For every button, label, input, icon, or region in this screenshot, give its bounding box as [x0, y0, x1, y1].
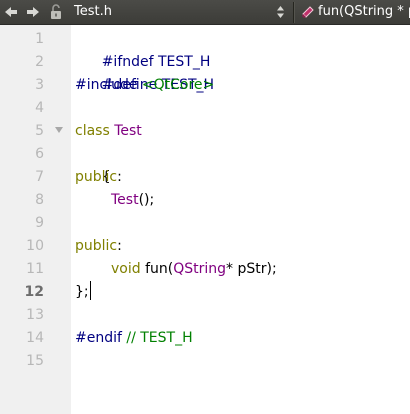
current-symbol-name[interactable]: fun(QString * pStr) [318, 4, 410, 20]
line-number: 3 [35, 77, 44, 93]
code-line-5: class Test [75, 120, 142, 143]
code-editor[interactable]: 1 2 3 4 5 6 7 8 9 10 11 12 13 14 15 #ifn… [0, 25, 410, 414]
function-name: fun( [145, 261, 174, 277]
line-number: 11 [26, 261, 44, 277]
editor-toolbar: Test.h fun(QString * pStr) [0, 0, 410, 25]
code-line-1: #ifndef TEST_H [75, 28, 211, 70]
line-number-gutter: 1 2 3 4 5 6 7 8 9 10 11 12 13 14 15 [0, 25, 71, 414]
keyword: public [75, 169, 118, 185]
chevron-up-down-icon[interactable] [276, 5, 285, 19]
arrow-left-icon[interactable] [4, 5, 18, 19]
keyword: public [75, 238, 118, 254]
brace: }; [75, 284, 89, 300]
method-icon [302, 6, 314, 18]
line-number: 4 [35, 100, 44, 116]
current-line-number: 12 [24, 284, 44, 300]
fold-triangle-icon[interactable] [55, 126, 63, 134]
keyword: class [75, 123, 110, 139]
editor-window: Test.h fun(QString * pStr) 1 2 3 4 5 6 7… [0, 0, 410, 414]
code-line-11: void fun(QString* pStr); [75, 258, 277, 281]
parameter-type: QString [173, 261, 227, 277]
toolbar-separator [293, 2, 294, 23]
code-line-12: }; [75, 281, 91, 304]
punctuation: : [117, 169, 122, 185]
line-number: 2 [35, 54, 44, 70]
line-number: 1 [35, 31, 44, 47]
class-name: Test [114, 123, 142, 139]
code-line-6: { [75, 143, 111, 185]
include-path: <QtCore> [141, 77, 215, 93]
line-number: 7 [35, 169, 44, 185]
line-number: 6 [35, 146, 44, 162]
comment: // TEST_H [126, 330, 193, 346]
line-number: 15 [26, 353, 44, 369]
punctuation: : [117, 238, 122, 254]
punctuation: (); [138, 192, 155, 208]
arrow-right-icon[interactable] [26, 5, 40, 19]
code-line-2: #define TEST_H [75, 51, 214, 93]
constructor-name: Test [111, 192, 139, 208]
code-line-14: #endif // TEST_H [75, 327, 193, 350]
code-line-10: public: [75, 235, 122, 258]
code-line-3: #include <QtCore> [75, 74, 214, 97]
line-number: 13 [26, 307, 44, 323]
code-line-8: Test(); [75, 189, 154, 212]
text-cursor [89, 281, 91, 300]
parameter-rest: * pStr); [226, 261, 277, 277]
line-number: 8 [35, 192, 44, 208]
preprocessor-directive: #include [75, 77, 138, 93]
preprocessor-directive: #endif [75, 330, 122, 346]
code-line-7: public: [75, 166, 122, 189]
line-number: 9 [35, 215, 44, 231]
line-number: 10 [26, 238, 44, 254]
line-number: 14 [26, 330, 44, 346]
current-file-name[interactable]: Test.h [74, 4, 112, 20]
unlocked-icon[interactable] [50, 4, 62, 20]
line-number: 5 [35, 123, 44, 139]
return-type: void [111, 261, 141, 277]
